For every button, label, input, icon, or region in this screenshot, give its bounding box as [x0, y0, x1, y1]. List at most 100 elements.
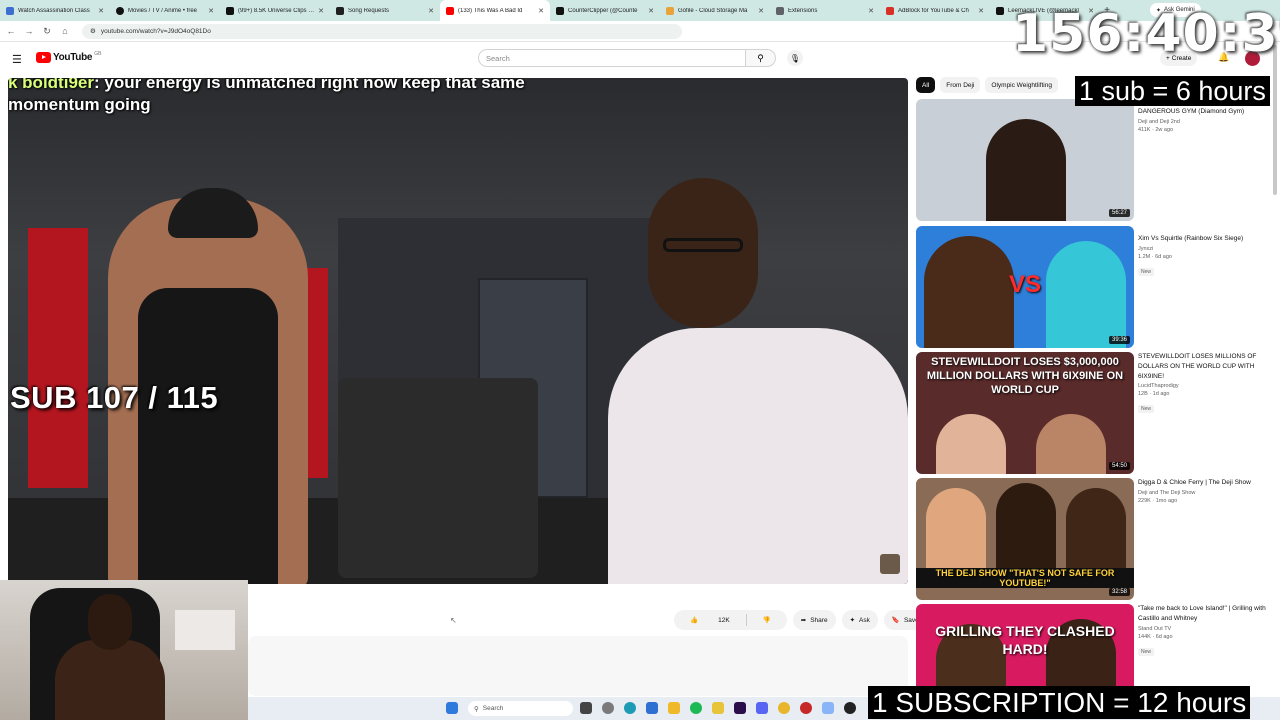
recommendation-title[interactable]: "Take me back to Love Island!" | Grillin…	[1138, 604, 1276, 624]
ask-button[interactable]: ✦ Ask	[841, 610, 878, 630]
task-view-icon[interactable]	[580, 702, 592, 714]
recommendation-meta: "Take me back to Love Island!" | Grillin…	[1138, 604, 1276, 658]
video-thumbnail[interactable]: VS 39:36	[916, 226, 1134, 348]
webcam-shelf	[175, 610, 235, 650]
dislike-button[interactable]: 👎	[747, 610, 787, 630]
duration-badge: 54:50	[1108, 462, 1130, 470]
page-scrollbar[interactable]	[1273, 45, 1277, 195]
browser-tab[interactable]: Watch Assassination Class ✕	[0, 0, 110, 21]
close-icon[interactable]: ✕	[868, 7, 874, 15]
video-thumbnail[interactable]: THE DEJI SHOW "THAT'S NOT SAFE FOR YOUTU…	[916, 478, 1134, 600]
back-icon[interactable]: ←	[6, 26, 16, 36]
video-frame-equipment	[28, 228, 88, 488]
browser-tab-active[interactable]: (133) This Was A Bad Id ✕	[440, 0, 550, 21]
mic-icon: 🎙	[789, 53, 801, 63]
new-badge: New	[1138, 405, 1155, 414]
reload-icon[interactable]: ↻	[42, 26, 52, 37]
search-input[interactable]: Search	[478, 49, 746, 67]
close-icon[interactable]: ✕	[318, 7, 324, 15]
browser-tab[interactable]: (99+) 8.5K Universe Clips (@ ✕	[220, 0, 330, 21]
recommendation-item[interactable]: 56:27 DANGEROUS GYM (Diamond Gym) Deji a…	[916, 99, 1276, 221]
description-box[interactable]	[248, 636, 908, 696]
settings-icon[interactable]	[602, 702, 614, 714]
share-button[interactable]: ➦ Share	[792, 610, 836, 630]
tab-favicon-icon	[116, 6, 124, 15]
youtube-logo[interactable]: YouTube GB	[36, 51, 101, 63]
taskbar-search[interactable]: ⚲ Search	[468, 701, 573, 716]
browser-tab[interactable]: CounterClipper (@Counte ✕	[550, 0, 660, 21]
recommendation-title[interactable]: DANGEROUS GYM (Diamond Gym)	[1138, 107, 1276, 117]
browser-tab[interactable]: Song Requests ✕	[330, 0, 440, 21]
home-icon[interactable]: ⌂	[60, 26, 70, 36]
recommendation-title[interactable]: STEVEWILLDOIT LOSES MILLIONS OF DOLLARS …	[1138, 352, 1276, 381]
close-icon[interactable]: ✕	[758, 7, 764, 15]
chip-olympic-weightlifting[interactable]: Olympic Weightlifting	[985, 77, 1058, 93]
thumb-person	[1036, 414, 1106, 474]
app-icon[interactable]	[800, 702, 812, 714]
close-icon[interactable]: ✕	[538, 7, 544, 15]
file-explorer-icon[interactable]	[668, 702, 680, 714]
share-icon: ➦	[800, 617, 807, 624]
like-dislike-group: 👍 12K 👎	[674, 610, 787, 630]
windows-start-icon[interactable]	[446, 702, 458, 714]
store-icon[interactable]	[646, 702, 658, 714]
thumbs-down-icon: 👎	[762, 617, 771, 624]
channel-name[interactable]: Deji and Deji 2nd	[1138, 119, 1276, 125]
chip-from-deji[interactable]: From Deji	[940, 77, 981, 93]
recommendation-title[interactable]: Digga D & Chloe Ferry | The Deji Show	[1138, 478, 1276, 488]
recommendation-item[interactable]: VS 39:36 Xim Vs Squirtle (Rainbow Six Si…	[916, 226, 1276, 348]
new-badge: New	[1138, 267, 1155, 276]
search-icon: ⚲	[757, 52, 764, 63]
browser-tab[interactable]: Extensions ✕	[770, 0, 880, 21]
site-info-icon[interactable]: ⚙	[90, 27, 96, 35]
mouse-cursor-icon: ↖	[450, 616, 457, 625]
close-icon[interactable]: ✕	[648, 7, 654, 15]
browser-tab[interactable]: AdBlock for YouTube & Ch ✕	[880, 0, 990, 21]
close-icon[interactable]: ✕	[98, 7, 104, 15]
youtube-play-icon	[36, 52, 51, 63]
browser-tab[interactable]: Movies / TV / Anime • free ✕	[110, 0, 220, 21]
recommendation-item[interactable]: THE DEJI SHOW "THAT'S NOT SAFE FOR YOUTU…	[916, 478, 1276, 600]
channel-name[interactable]: LucidThaprodigy	[1138, 383, 1276, 389]
tab-favicon-icon	[336, 6, 344, 15]
sparkle-icon: ✦	[849, 617, 856, 624]
video-player[interactable]: k boldti9er: your energy is unmatched ri…	[8, 78, 908, 584]
thumbnail-text: STEVEWILLDOIT LOSES $3,000,000 MILLION D…	[926, 356, 1124, 396]
like-button[interactable]: 👍 12K	[674, 610, 746, 630]
channel-name[interactable]: Jynxzi	[1138, 246, 1276, 252]
channel-name[interactable]: Deji and The Deji Show	[1138, 490, 1276, 496]
view-stats: 1.2M · 6d ago	[1138, 253, 1172, 260]
channel-name[interactable]: Stand Out TV	[1138, 626, 1276, 632]
app-icon[interactable]	[822, 702, 834, 714]
recommendation-title[interactable]: Xim Vs Squirtle (Rainbow Six Siege)	[1138, 234, 1276, 244]
chrome-icon[interactable]	[778, 702, 790, 714]
thumb-person	[986, 119, 1066, 221]
discord-icon[interactable]	[756, 702, 768, 714]
close-icon[interactable]: ✕	[208, 7, 214, 15]
thumb-person	[936, 414, 1006, 474]
chip-all[interactable]: All	[916, 77, 936, 93]
recommendation-meta: Digga D & Chloe Ferry | The Deji Show De…	[1138, 478, 1276, 504]
url-field[interactable]: ⚙ youtube.com/watch?v=J9dO4oQ81Do	[82, 23, 682, 39]
view-stats: 411K · 2w ago	[1138, 126, 1174, 133]
close-icon[interactable]: ✕	[978, 7, 984, 15]
search-button[interactable]: ⚲	[746, 49, 776, 67]
obs-icon[interactable]	[844, 702, 856, 714]
voice-search-button[interactable]: 🎙	[787, 50, 803, 66]
notes-icon[interactable]	[712, 702, 724, 714]
close-icon[interactable]: ✕	[428, 7, 434, 15]
premiere-icon[interactable]	[734, 702, 746, 714]
video-thumbnail[interactable]: STEVEWILLDOIT LOSES $3,000,000 MILLION D…	[916, 352, 1134, 474]
forward-icon[interactable]: →	[24, 26, 34, 36]
browser-tab[interactable]: Gofile - Cloud Storage Ma ✕	[660, 0, 770, 21]
menu-icon[interactable]: ☰	[12, 53, 22, 66]
video-thumbnail[interactable]: 56:27	[916, 99, 1134, 221]
webcam-person-head	[88, 594, 132, 650]
thumbnail-text: VS	[1008, 271, 1041, 298]
recommendation-meta: Xim Vs Squirtle (Rainbow Six Siege) Jynx…	[1138, 234, 1276, 278]
spotify-icon[interactable]	[690, 702, 702, 714]
filter-chips: All From Deji Olympic Weightlifting	[916, 77, 1058, 93]
edge-icon[interactable]	[624, 702, 636, 714]
recommendation-meta: DANGEROUS GYM (Diamond Gym) Deji and Dej…	[1138, 107, 1276, 133]
recommendation-item[interactable]: STEVEWILLDOIT LOSES $3,000,000 MILLION D…	[916, 352, 1276, 474]
